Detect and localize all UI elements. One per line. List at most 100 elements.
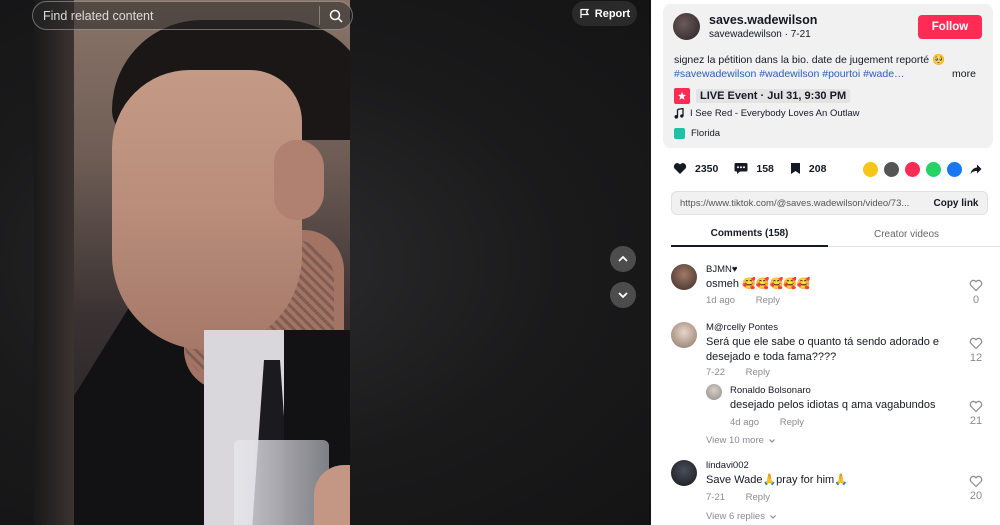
- commenter-avatar[interactable]: [671, 264, 697, 290]
- follow-button[interactable]: Follow: [918, 15, 982, 39]
- post-date: 7-21: [790, 29, 811, 40]
- comment-count: 158: [756, 162, 774, 175]
- comment-stat[interactable]: 158: [734, 162, 774, 175]
- comment-date: 7-22: [706, 367, 726, 378]
- reply-meta: 4d ago Reply: [730, 417, 804, 428]
- details-panel: saves.wadewilson savewadewilson · 7-21 F…: [651, 0, 1000, 525]
- flag-icon: [580, 8, 589, 18]
- comment-date: 7-21: [706, 492, 726, 503]
- description-hashtags[interactable]: #savewadewilson #wadewilson #pourtoi #wa…: [674, 68, 924, 80]
- video-link-box: https://www.tiktok.com/@saves.wadewilson…: [671, 191, 988, 215]
- comment-meta: 7-22 Reply: [706, 367, 770, 378]
- comment-like-count: 20: [969, 490, 983, 502]
- more-link[interactable]: more: [952, 68, 976, 80]
- engagement-stats: 2350 158 208: [673, 162, 834, 175]
- embed-icon[interactable]: [884, 162, 899, 177]
- video-area[interactable]: Report: [0, 0, 651, 525]
- video-player[interactable]: [34, 0, 350, 525]
- comment-like-count: 12: [969, 352, 983, 364]
- chevron-down-icon: [770, 514, 776, 519]
- location-row[interactable]: Florida: [674, 128, 720, 139]
- subline-separator: ·: [781, 29, 791, 40]
- reply-button[interactable]: Reply: [746, 492, 770, 503]
- live-event-row[interactable]: LIVE Event · Jul 31, 9:30 PM: [674, 87, 851, 105]
- search-input[interactable]: [33, 8, 319, 23]
- commenter-avatar[interactable]: [671, 322, 697, 348]
- reply-text: desejado pelos idiotas q ama vagabundos: [730, 399, 936, 411]
- heart-icon: [673, 163, 687, 174]
- report-button[interactable]: Report: [572, 1, 637, 26]
- facebook-icon[interactable]: [947, 162, 962, 177]
- like-count: 2350: [695, 162, 719, 175]
- bookmark-icon: [790, 163, 800, 174]
- search-bar[interactable]: [32, 1, 353, 30]
- replier-name[interactable]: Ronaldo Bolsonaro: [730, 385, 811, 396]
- ear: [274, 140, 324, 220]
- commenter-name[interactable]: BJMN♥: [706, 264, 738, 275]
- heart-outline-icon[interactable]: [969, 400, 983, 413]
- heart-outline-icon[interactable]: [969, 337, 983, 350]
- copy-link-button[interactable]: Copy link: [924, 193, 988, 214]
- location-icon: [674, 128, 685, 139]
- reply-button[interactable]: Reply: [746, 367, 770, 378]
- chevron-up-icon: [618, 255, 628, 262]
- comment-text: Save Wade🙏pray for him🙏: [706, 474, 848, 486]
- report-label: Report: [594, 7, 631, 20]
- save-count: 208: [808, 162, 827, 175]
- live-event-label: LIVE Event · Jul 31, 9:30 PM: [696, 89, 851, 103]
- location-name: Florida: [691, 128, 721, 139]
- heart-outline-icon[interactable]: [969, 279, 983, 292]
- music-title: I See Red - Everybody Loves An Outlaw: [690, 108, 860, 119]
- tab-creator-videos[interactable]: Creator videos: [828, 222, 985, 247]
- view-more-label: View 10 more: [706, 435, 764, 446]
- author-avatar[interactable]: [673, 13, 700, 40]
- author-subline: savewadewilson · 7-21: [709, 29, 811, 40]
- share-arrow-icon[interactable]: [968, 162, 983, 177]
- video-url[interactable]: https://www.tiktok.com/@saves.wadewilson…: [680, 198, 920, 209]
- commenter-name[interactable]: M@rcelly Pontes: [706, 322, 778, 333]
- search-button[interactable]: [320, 2, 352, 29]
- whatsapp-icon[interactable]: [926, 162, 941, 177]
- music-row[interactable]: I See Red - Everybody Loves An Outlaw: [674, 108, 860, 119]
- panel-tabs: Comments (158) Creator videos: [671, 222, 1000, 247]
- chevron-down-icon: [618, 292, 628, 299]
- heart-outline-icon[interactable]: [969, 475, 983, 488]
- tab-comments[interactable]: Comments (158): [671, 222, 828, 247]
- music-note-icon: [674, 108, 684, 119]
- search-icon: [329, 9, 343, 23]
- chevron-down-icon: [768, 438, 775, 443]
- share-icons: [863, 162, 983, 177]
- reply-item: Ronaldo Bolsonaro desejado pelos idiotas…: [706, 384, 991, 434]
- next-video-button[interactable]: [610, 282, 636, 308]
- comment-item: M@rcelly Pontes Será que ele sabe o quan…: [671, 322, 991, 452]
- reply-button[interactable]: Reply: [756, 295, 780, 306]
- face: [112, 70, 302, 350]
- calendar-star-icon: [674, 88, 690, 104]
- comment-item: BJMN♥ osmeh 🥰🥰🥰🥰🥰 1d ago Reply 0: [671, 264, 991, 314]
- reply-like-count: 21: [969, 415, 983, 427]
- video-description: signez la pétition dans la bio. date de …: [674, 54, 946, 66]
- comment-meta: 1d ago Reply: [706, 295, 780, 306]
- comment-date: 1d ago: [706, 295, 736, 306]
- view-more-replies[interactable]: View 10 more: [706, 435, 776, 446]
- comment-text: osmeh 🥰🥰🥰🥰🥰: [706, 278, 811, 290]
- comment-meta: 7-21 Reply: [706, 492, 770, 503]
- reply-button[interactable]: Reply: [780, 417, 804, 428]
- commenter-avatar[interactable]: [671, 460, 697, 486]
- like-stat[interactable]: 2350: [673, 162, 718, 175]
- view-more-label: View 6 replies: [706, 511, 765, 522]
- video-info-card: saves.wadewilson savewadewilson · 7-21 F…: [663, 4, 993, 148]
- previous-video-button[interactable]: [610, 246, 636, 272]
- author-username[interactable]: saves.wadewilson: [709, 13, 817, 27]
- author-handle[interactable]: savewadewilson: [709, 29, 782, 40]
- view-more-replies[interactable]: View 6 replies: [706, 511, 777, 522]
- send-icon[interactable]: [905, 162, 920, 177]
- video-edge: [34, 0, 74, 525]
- repost-icon[interactable]: [863, 162, 878, 177]
- comment-text: Será que ele sabe o quanto tá sendo ador…: [706, 336, 940, 363]
- replier-avatar[interactable]: [706, 384, 722, 400]
- reply-date: 4d ago: [730, 417, 760, 428]
- save-stat[interactable]: 208: [790, 162, 827, 175]
- comment-like-count: 0: [972, 294, 980, 306]
- commenter-name[interactable]: lindavi002: [706, 460, 749, 471]
